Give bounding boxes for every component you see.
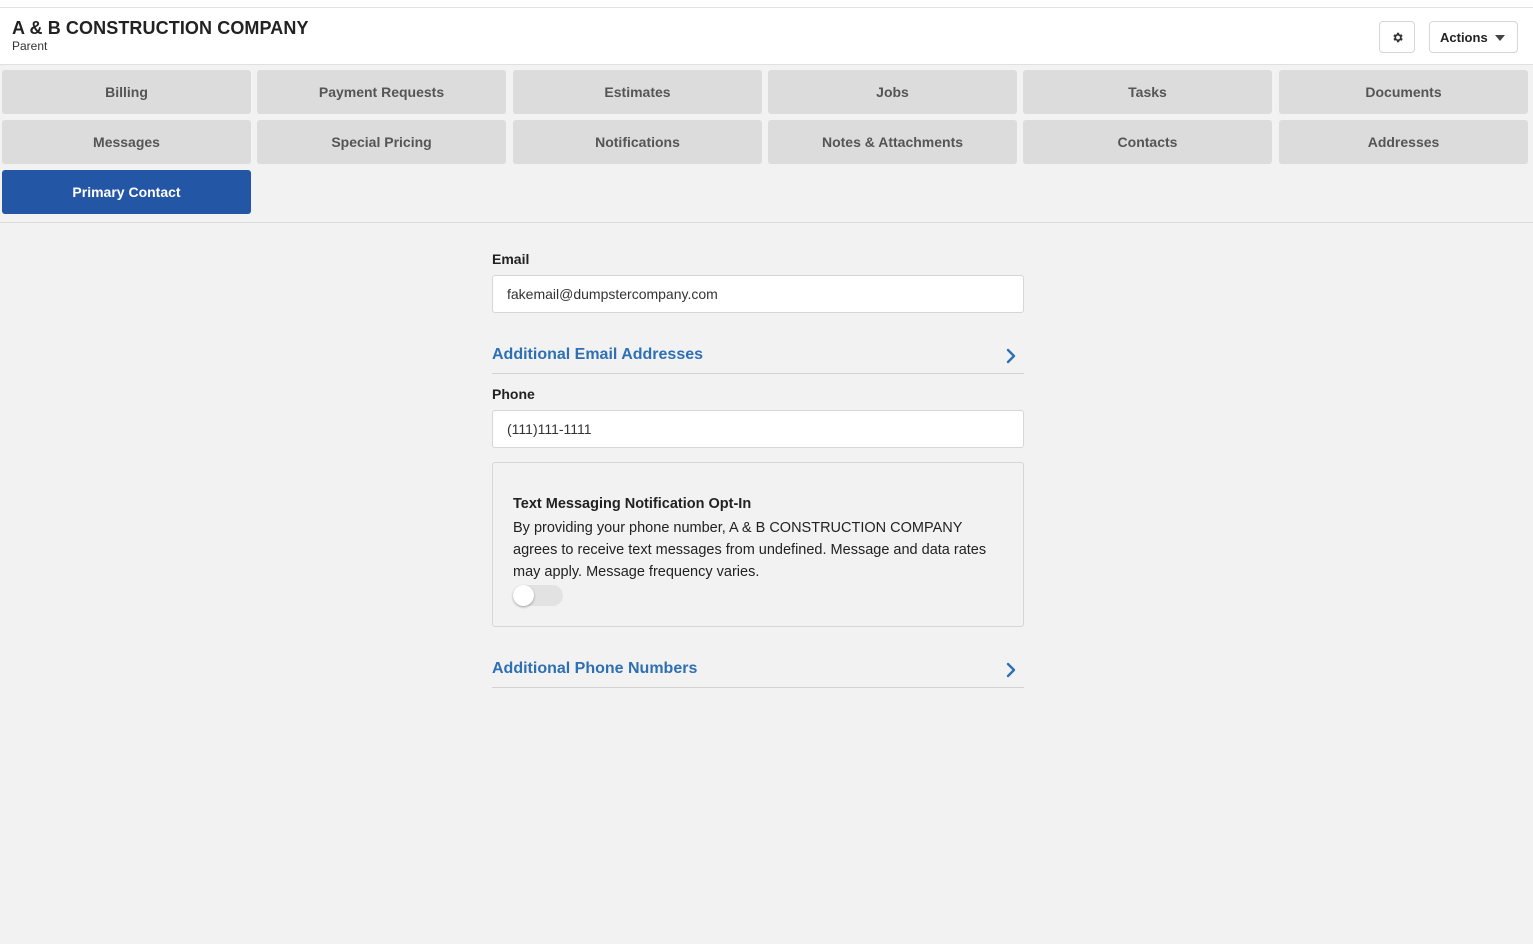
tab-notes-attachments[interactable]: Notes & Attachments [768, 120, 1017, 164]
tab-messages[interactable]: Messages [2, 120, 251, 164]
top-strip [0, 0, 1533, 8]
email-field[interactable]: fakemail@dumpstercompany.com [492, 275, 1024, 313]
settings-button[interactable] [1379, 21, 1415, 53]
tab-estimates[interactable]: Estimates [513, 70, 762, 114]
tab-documents[interactable]: Documents [1279, 70, 1528, 114]
tab-payment-requests[interactable]: Payment Requests [257, 70, 506, 114]
additional-phone-numbers-expander[interactable]: Additional Phone Numbers [492, 652, 1024, 688]
toggle-knob [513, 585, 534, 606]
sms-optin-title: Text Messaging Notification Opt-In [513, 496, 752, 512]
sms-optin-description: By providing your phone number, A & B CO… [513, 520, 987, 580]
gear-icon [1392, 32, 1403, 42]
tab-contacts[interactable]: Contacts [1023, 120, 1272, 164]
chevron-right-icon [1006, 348, 1016, 364]
page-title: A & B CONSTRUCTION COMPANY [12, 18, 309, 38]
account-type-label: Parent [12, 39, 48, 53]
tab-billing[interactable]: Billing [2, 70, 251, 114]
tab-jobs[interactable]: Jobs [768, 70, 1017, 114]
tab-tasks[interactable]: Tasks [1023, 70, 1272, 114]
caret-down-icon [1495, 35, 1505, 41]
actions-label: Actions [1440, 29, 1488, 45]
page-header: A & B CONSTRUCTION COMPANY Parent Action… [0, 8, 1533, 65]
tab-special-pricing[interactable]: Special Pricing [257, 120, 506, 164]
phone-label: Phone [492, 386, 535, 402]
additional-phone-numbers-label: Additional Phone Numbers [492, 660, 698, 677]
chevron-right-icon [1006, 662, 1016, 678]
tab-primary-contact[interactable]: Primary Contact [2, 170, 251, 214]
additional-email-addresses-expander[interactable]: Additional Email Addresses [492, 338, 1024, 374]
email-label: Email [492, 251, 530, 267]
section-divider [0, 222, 1533, 223]
tab-addresses[interactable]: Addresses [1279, 120, 1528, 164]
actions-dropdown-button[interactable]: Actions [1429, 21, 1518, 53]
tab-notifications[interactable]: Notifications [513, 120, 762, 164]
phone-field[interactable]: (111)111-1111 [492, 410, 1024, 448]
sms-optin-toggle[interactable] [513, 585, 563, 606]
sms-optin-panel: Text Messaging Notification Opt-In By pr… [492, 462, 1024, 627]
additional-email-addresses-label: Additional Email Addresses [492, 346, 704, 363]
